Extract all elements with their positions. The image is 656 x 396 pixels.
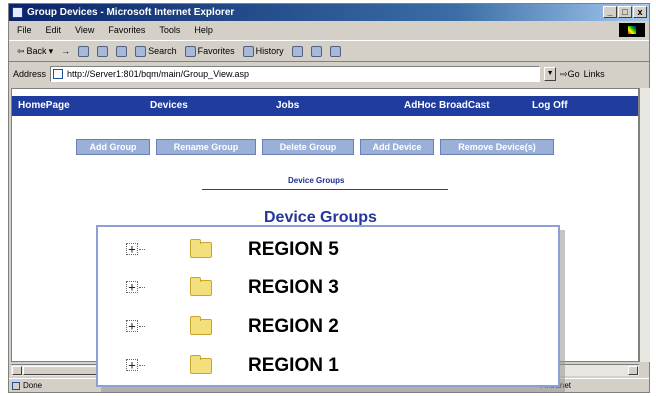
tree-item[interactable]: + REGION 2 bbox=[98, 312, 558, 342]
close-button[interactable]: x bbox=[633, 6, 647, 18]
stop-button[interactable] bbox=[78, 45, 90, 57]
group-label[interactable]: REGION 1 bbox=[248, 353, 339, 379]
back-button[interactable]: ⇦ Back ▾ bbox=[17, 41, 53, 61]
favorites-button[interactable]: Favorites bbox=[184, 41, 235, 61]
standard-toolbar: ⇦ Back ▾ → Search Favorites History bbox=[9, 40, 649, 62]
vertical-scrollbar[interactable] bbox=[639, 88, 650, 362]
home-icon bbox=[116, 45, 128, 57]
device-groups-tree: + REGION 5 + REGION 3 + REGION 2 + REGIO… bbox=[96, 225, 560, 387]
expand-plus-icon[interactable]: + bbox=[126, 281, 145, 293]
nav-devices[interactable]: Devices bbox=[150, 96, 188, 116]
history-button[interactable]: History bbox=[242, 41, 284, 61]
title-bar: Group Devices - Microsoft Internet Explo… bbox=[9, 4, 649, 21]
menu-help[interactable]: Help bbox=[194, 21, 213, 39]
group-label[interactable]: REGION 3 bbox=[248, 275, 339, 301]
expand-plus-icon[interactable]: + bbox=[126, 243, 145, 255]
refresh-button[interactable] bbox=[97, 45, 109, 57]
divider bbox=[202, 189, 448, 190]
device-groups-link[interactable]: Device Groups bbox=[288, 176, 344, 185]
search-button[interactable]: Search bbox=[135, 41, 177, 61]
history-icon bbox=[242, 45, 254, 57]
group-action-buttons: Add Group Rename Group Delete Group Add … bbox=[76, 139, 554, 155]
scroll-right-button[interactable] bbox=[628, 366, 638, 375]
address-bar: Address http://Server1:801/bqm/main/Grou… bbox=[9, 63, 649, 85]
address-url: http://Server1:801/bqm/main/Group_View.a… bbox=[67, 69, 249, 79]
add-device-button[interactable]: Add Device bbox=[360, 139, 434, 155]
menu-edit[interactable]: Edit bbox=[46, 21, 62, 39]
forward-button[interactable]: → bbox=[61, 41, 70, 61]
group-label[interactable]: REGION 2 bbox=[248, 314, 339, 340]
status-text: Done bbox=[23, 381, 43, 390]
print-icon bbox=[310, 45, 322, 57]
delete-group-button[interactable]: Delete Group bbox=[262, 139, 354, 155]
menu-favorites[interactable]: Favorites bbox=[108, 21, 145, 39]
nav-jobs[interactable]: Jobs bbox=[276, 96, 299, 116]
address-label: Address bbox=[13, 69, 47, 79]
edit-button[interactable] bbox=[329, 45, 341, 57]
print-button[interactable] bbox=[310, 45, 322, 57]
folder-icon bbox=[190, 277, 212, 296]
window-title: Group Devices - Microsoft Internet Explo… bbox=[27, 7, 235, 18]
done-page-icon bbox=[12, 382, 20, 390]
ie-icon bbox=[12, 7, 23, 18]
address-dropdown[interactable]: ▼ bbox=[544, 67, 557, 81]
tree-item[interactable]: + REGION 1 bbox=[98, 351, 558, 381]
scroll-thumb[interactable] bbox=[23, 366, 103, 375]
links-button[interactable]: Links bbox=[584, 63, 605, 85]
menu-tools[interactable]: Tools bbox=[159, 21, 180, 39]
tree-item[interactable]: + REGION 3 bbox=[98, 273, 558, 303]
expand-plus-icon[interactable]: + bbox=[126, 359, 145, 371]
home-button[interactable] bbox=[116, 45, 128, 57]
mail-button[interactable] bbox=[291, 45, 303, 57]
remove-devices-button[interactable]: Remove Device(s) bbox=[440, 139, 554, 155]
scroll-left-button[interactable] bbox=[12, 366, 22, 375]
nav-log-off[interactable]: Log Off bbox=[532, 96, 568, 116]
nav-adhoc-broadcast[interactable]: AdHoc BroadCast bbox=[404, 96, 490, 116]
menu-view[interactable]: View bbox=[75, 21, 94, 39]
stop-icon bbox=[78, 45, 90, 57]
search-icon bbox=[135, 45, 147, 57]
go-button[interactable]: ⇨Go bbox=[560, 63, 580, 85]
menu-file[interactable]: File bbox=[17, 21, 32, 39]
minimize-button[interactable]: _ bbox=[603, 6, 617, 18]
folder-icon bbox=[190, 316, 212, 335]
windows-logo-icon bbox=[619, 23, 645, 37]
add-group-button[interactable]: Add Group bbox=[76, 139, 150, 155]
menu-bar: File Edit View Favorites Tools Help bbox=[9, 21, 649, 39]
tree-item[interactable]: + REGION 5 bbox=[98, 235, 558, 265]
edit-icon bbox=[329, 45, 341, 57]
page-icon bbox=[53, 69, 64, 79]
refresh-icon bbox=[97, 45, 109, 57]
nav-homepage[interactable]: HomePage bbox=[18, 96, 70, 116]
back-arrow-icon: ⇦ bbox=[17, 46, 25, 56]
address-input[interactable]: http://Server1:801/bqm/main/Group_View.a… bbox=[50, 66, 541, 82]
group-label[interactable]: REGION 5 bbox=[248, 237, 339, 263]
favorites-icon bbox=[184, 45, 196, 57]
folder-icon bbox=[190, 355, 212, 374]
go-arrow-icon: ⇨ bbox=[560, 69, 568, 79]
expand-plus-icon[interactable]: + bbox=[126, 320, 145, 332]
mail-icon bbox=[291, 45, 303, 57]
folder-icon bbox=[190, 239, 212, 258]
top-navigation: HomePage Devices Jobs AdHoc BroadCast Lo… bbox=[12, 96, 638, 116]
maximize-button[interactable]: □ bbox=[618, 6, 632, 18]
rename-group-button[interactable]: Rename Group bbox=[156, 139, 256, 155]
